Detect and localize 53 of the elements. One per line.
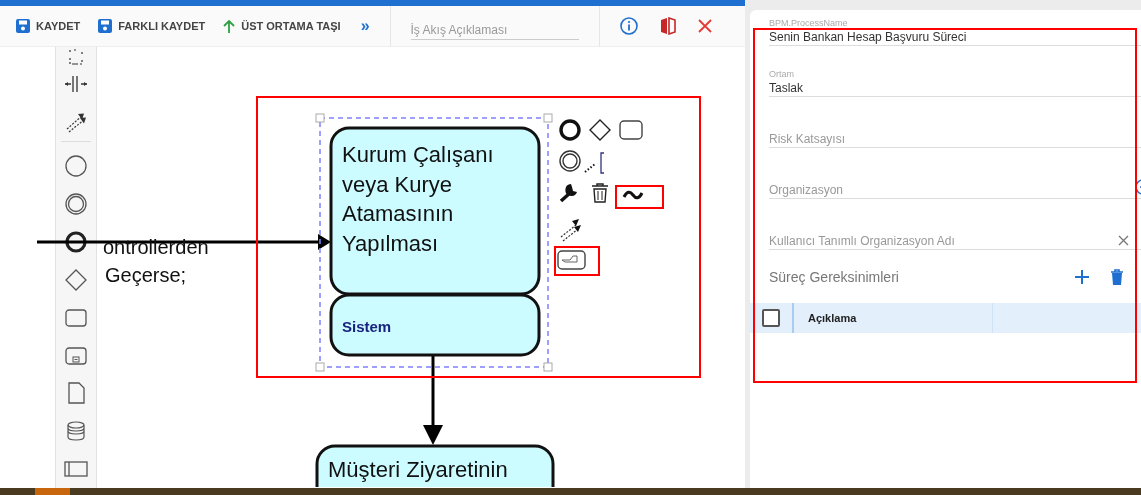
field-label: BPM.ProcessName bbox=[769, 17, 848, 29]
task-box[interactable] bbox=[315, 444, 555, 488]
diamond-icon[interactable] bbox=[589, 119, 611, 141]
tilde-icon[interactable] bbox=[622, 190, 644, 200]
lane-label: Sistem bbox=[342, 318, 392, 335]
select-all-checkbox[interactable] bbox=[762, 309, 780, 327]
field-placeholder: Risk Katsayısı bbox=[769, 131, 846, 147]
field-placeholder: Kullanıcı Tanımlı Organizasyon Adı bbox=[769, 233, 955, 249]
more-button[interactable]: » bbox=[360, 17, 370, 35]
circle-icon[interactable] bbox=[65, 155, 87, 178]
toolbar-button[interactable]: ÜST ORTAMA TAŞI bbox=[223, 19, 341, 33]
split-view-icon[interactable] bbox=[659, 17, 676, 35]
add-button[interactable] bbox=[1075, 270, 1089, 284]
toolbar-button[interactable]: KAYDET bbox=[16, 19, 81, 33]
annotation-icon[interactable] bbox=[584, 152, 605, 174]
double-circle-icon[interactable] bbox=[65, 193, 87, 216]
subprocess-icon[interactable] bbox=[65, 346, 87, 365]
save-icon bbox=[98, 19, 113, 33]
form-field[interactable]: BPM.ProcessName Senin Bankan Hesap Başvuru Süreci bbox=[769, 17, 1141, 46]
save-icon bbox=[16, 19, 30, 33]
hand-rectangle-icon[interactable] bbox=[557, 250, 586, 270]
task-label: Müşteri Ziyaretinin bbox=[328, 457, 508, 482]
trash-icon[interactable] bbox=[591, 183, 609, 203]
field-label: Ortam bbox=[769, 68, 794, 80]
field-placeholder: Organizasyon bbox=[769, 182, 844, 198]
database-icon[interactable] bbox=[67, 421, 85, 442]
form-field[interactable]: Ortam Taslak bbox=[769, 68, 1141, 97]
clear-icon[interactable] bbox=[1118, 235, 1129, 246]
bold-circle-icon[interactable] bbox=[65, 231, 87, 254]
rounded-rectangle-icon[interactable] bbox=[65, 308, 87, 327]
field-value: Senin Bankan Hesap Başvuru Süreci bbox=[769, 29, 967, 45]
lasso-tool-icon[interactable] bbox=[67, 48, 85, 65]
rounded-rectangle-icon[interactable] bbox=[619, 120, 643, 140]
field-value: Taslak bbox=[769, 80, 803, 96]
double-circle-icon[interactable] bbox=[559, 150, 581, 172]
wrench-icon[interactable] bbox=[559, 184, 577, 203]
delete-button[interactable] bbox=[1111, 269, 1123, 285]
connect-icon[interactable] bbox=[560, 219, 581, 242]
space-tool-icon[interactable] bbox=[64, 74, 88, 93]
lane-box[interactable] bbox=[329, 293, 541, 357]
info-icon[interactable] bbox=[619, 17, 638, 35]
task-box[interactable] bbox=[329, 126, 541, 296]
bold-circle-icon[interactable] bbox=[559, 119, 581, 141]
lane-icon[interactable] bbox=[64, 461, 88, 478]
flow-label: ontrollerden Geçerse; bbox=[103, 236, 209, 286]
task-label: Kurum Çalışanı veya Kurye Atamasının Yapılması bbox=[342, 142, 494, 256]
diamond-icon[interactable] bbox=[65, 268, 87, 291]
close-icon[interactable] bbox=[697, 19, 712, 33]
document-icon[interactable] bbox=[67, 382, 85, 405]
section-title: Süreç Gereksinimleri bbox=[769, 269, 900, 285]
toolbar-button[interactable]: FARKLI KAYDET bbox=[98, 19, 206, 33]
description-field[interactable]: İş Akış Açıklaması bbox=[410, 18, 579, 40]
arrow-up-icon bbox=[223, 19, 236, 33]
